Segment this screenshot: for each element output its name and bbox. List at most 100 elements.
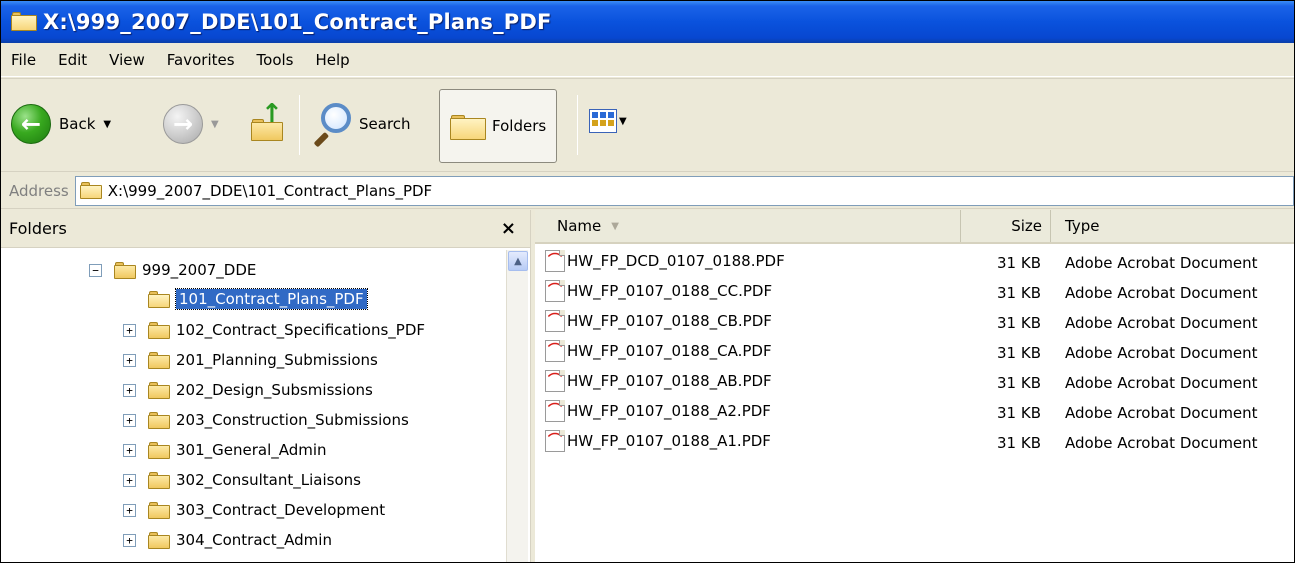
sort-descending-icon: ▼ xyxy=(611,220,619,232)
expand-icon[interactable]: + xyxy=(123,353,136,367)
window-title: X:\999_2007_DDE\101_Contract_Plans_PDF xyxy=(43,10,552,34)
tree-item-303-contract-development[interactable]: + 303_Contract_Development xyxy=(123,496,385,524)
file-row[interactable]: ⌒ HW_FP_0107_0188_AB.PDF 31 KB Adobe Acro… xyxy=(535,366,1294,396)
tree-item-203-construction-submissions[interactable]: + 203_Construction_Submissions xyxy=(123,406,409,434)
file-type: Adobe Acrobat Document xyxy=(1065,404,1258,422)
menu-help[interactable]: Help xyxy=(316,51,350,69)
pdf-file-icon: ⌒ xyxy=(545,340,565,362)
search-button[interactable]: Search xyxy=(311,101,411,148)
back-button[interactable]: ← Back ▼ xyxy=(11,104,111,144)
tree-item-label: 102_Contract_Specifications_PDF xyxy=(176,321,426,339)
tree-item-label: 302_Consultant_Liaisons xyxy=(176,471,361,489)
menu-favorites[interactable]: Favorites xyxy=(167,51,235,69)
toolbar-separator xyxy=(577,95,578,155)
file-name: HW_FP_0107_0188_AB.PDF xyxy=(567,372,772,390)
expand-icon[interactable]: + xyxy=(123,473,136,487)
address-label: Address xyxy=(9,181,69,200)
file-row[interactable]: ⌒ HW_FP_0107_0188_CC.PDF 31 KB Adobe Acro… xyxy=(535,276,1294,306)
tree-item-999-2007-dde[interactable]: − 999_2007_DDE xyxy=(89,256,256,284)
file-name: HW_FP_0107_0188_A2.PDF xyxy=(567,402,771,420)
expand-icon[interactable]: + xyxy=(123,383,136,397)
folder-icon xyxy=(148,471,170,489)
menu-edit[interactable]: Edit xyxy=(58,51,87,69)
tree-item-201-planning-submissions[interactable]: + 201_Planning_Submissions xyxy=(123,346,378,374)
folder-icon xyxy=(148,321,170,339)
file-size: 31 KB xyxy=(997,434,1041,452)
folder-icon xyxy=(148,441,170,459)
expand-icon[interactable]: + xyxy=(123,533,136,547)
back-dropdown-icon[interactable]: ▼ xyxy=(103,119,111,130)
tree-item-label: 304_Contract_Admin xyxy=(176,531,332,549)
column-size-label: Size xyxy=(1011,217,1042,235)
tree-item-102-contract-specifications-pdf[interactable]: + 102_Contract_Specifications_PDF xyxy=(123,316,425,344)
open-folder-icon xyxy=(148,290,170,308)
back-arrow-icon: ← xyxy=(11,104,51,144)
close-icon[interactable]: × xyxy=(501,218,516,239)
forward-button[interactable]: → ▼ xyxy=(163,104,219,144)
views-dropdown-icon[interactable]: ▼ xyxy=(619,116,627,127)
toolbar: ← Back ▼ → ▼ ↑ Search Folders ▼ xyxy=(1,78,1294,172)
up-folder-icon: ↑ xyxy=(249,101,289,143)
collapse-icon[interactable]: − xyxy=(89,263,102,277)
tree-item-101-contract-plans-pdf[interactable]: 101_Contract_Plans_PDF xyxy=(148,285,368,313)
address-bar: Address X:\999_2007_DDE\101_Contract_Pla… xyxy=(1,173,1294,209)
file-row[interactable]: ⌒ HW_FP_DCD_0107_0188.PDF 31 KB Adobe Acr… xyxy=(535,246,1294,276)
pdf-file-icon: ⌒ xyxy=(545,430,565,452)
tree-item-label-selected: 101_Contract_Plans_PDF xyxy=(175,288,368,310)
file-row[interactable]: ⌒ HW_FP_0107_0188_CA.PDF 31 KB Adobe Acro… xyxy=(535,336,1294,366)
file-row[interactable]: ⌒ HW_FP_0107_0188_A1.PDF 31 KB Adobe Acro… xyxy=(535,426,1294,456)
folder-icon xyxy=(148,531,170,549)
menu-bar: File Edit View Favorites Tools Help xyxy=(1,43,1294,77)
folders-button[interactable]: Folders xyxy=(439,89,558,163)
file-size: 31 KB xyxy=(997,404,1041,422)
folder-icon xyxy=(148,381,170,399)
toolbar-separator xyxy=(299,95,300,155)
file-size: 31 KB xyxy=(997,314,1041,332)
folders-scrollbar[interactable]: ▲ xyxy=(506,250,528,562)
menu-tools[interactable]: Tools xyxy=(257,51,294,69)
back-label: Back xyxy=(59,115,96,133)
column-header-type[interactable]: Type xyxy=(1053,210,1294,242)
file-name: HW_FP_0107_0188_CA.PDF xyxy=(567,342,772,360)
file-row[interactable]: ⌒ HW_FP_0107_0188_A2.PDF 31 KB Adobe Acro… xyxy=(535,396,1294,426)
tree-item-label: 202_Design_Subsmissions xyxy=(176,381,373,399)
expand-icon[interactable]: + xyxy=(123,323,136,337)
file-size: 31 KB xyxy=(997,374,1041,392)
tree-item-304-contract-admin[interactable]: + 304_Contract_Admin xyxy=(123,526,332,554)
file-name: HW_FP_0107_0188_CC.PDF xyxy=(567,282,773,300)
expand-icon[interactable]: + xyxy=(123,443,136,457)
column-header-bar: Name ▼ Size Type xyxy=(535,210,1294,244)
pdf-file-icon: ⌒ xyxy=(545,250,565,272)
file-type: Adobe Acrobat Document xyxy=(1065,284,1258,302)
tree-item-301-general-admin[interactable]: + 301_General_Admin xyxy=(123,436,327,464)
tree-item-label: 999_2007_DDE xyxy=(142,261,257,279)
folders-label: Folders xyxy=(492,117,547,135)
folder-icon xyxy=(114,261,136,279)
address-value[interactable]: X:\999_2007_DDE\101_Contract_Plans_PDF xyxy=(108,182,432,200)
file-type: Adobe Acrobat Document xyxy=(1065,374,1258,392)
forward-dropdown-icon[interactable]: ▼ xyxy=(211,119,219,130)
expand-icon[interactable]: + xyxy=(123,503,136,517)
file-type: Adobe Acrobat Document xyxy=(1065,314,1258,332)
expand-icon[interactable]: + xyxy=(123,413,136,427)
address-field[interactable]: X:\999_2007_DDE\101_Contract_Plans_PDF xyxy=(74,175,1294,206)
menu-file[interactable]: File xyxy=(11,51,36,69)
tree-item-302-consultant-liaisons[interactable]: + 302_Consultant_Liaisons xyxy=(123,466,361,494)
up-button[interactable]: ↑ xyxy=(249,101,289,143)
column-header-size[interactable]: Size xyxy=(961,210,1051,242)
file-name: HW_FP_0107_0188_CB.PDF xyxy=(567,312,772,330)
file-size: 31 KB xyxy=(997,344,1041,362)
file-list-pane: Name ▼ Size Type ⌒ HW_FP_DCD_0107_0188.PD… xyxy=(535,210,1294,562)
column-header-name[interactable]: Name ▼ xyxy=(535,210,961,242)
scroll-up-icon[interactable]: ▲ xyxy=(508,251,528,271)
file-row[interactable]: ⌒ HW_FP_0107_0188_CB.PDF 31 KB Adobe Acro… xyxy=(535,306,1294,336)
pdf-file-icon: ⌒ xyxy=(545,280,565,302)
title-bar: X:\999_2007_DDE\101_Contract_Plans_PDF xyxy=(1,1,1294,43)
folders-pane-title: Folders xyxy=(9,219,67,238)
menu-view[interactable]: View xyxy=(109,51,145,69)
tree-item-202-design-subsmissions[interactable]: + 202_Design_Subsmissions xyxy=(123,376,373,404)
views-button[interactable]: ▼ xyxy=(589,109,627,133)
column-name-label: Name xyxy=(557,217,602,235)
folder-window-icon xyxy=(11,12,37,32)
pdf-file-icon: ⌒ xyxy=(545,370,565,392)
